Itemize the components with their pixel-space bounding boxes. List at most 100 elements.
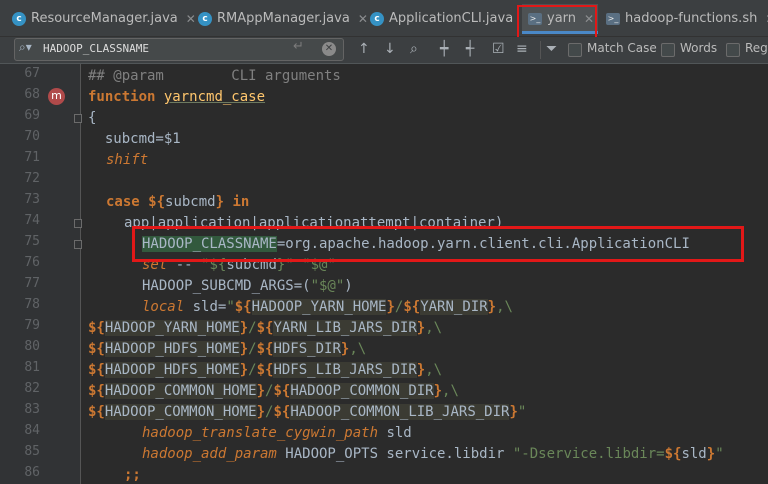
line-number: 84	[24, 423, 40, 438]
find-all-icon[interactable]: ⌕	[410, 41, 418, 57]
var-close: }	[386, 299, 395, 315]
code-line-79: ${HADOOP_YARN_HOME}/${YARN_LIB_JARS_DIR}…	[88, 320, 443, 336]
string: "$@"	[310, 278, 345, 294]
fold-marker-icon[interactable]	[74, 114, 82, 123]
code-line-77: HADOOP_SUBCMD_ARGS=("$@")	[142, 276, 353, 297]
var-open: ${	[234, 299, 252, 315]
line-number: 72	[24, 171, 40, 186]
line-number: 67	[24, 66, 40, 81]
line-number: 78	[24, 297, 40, 312]
line-number: 85	[24, 444, 40, 459]
string: "	[715, 446, 724, 462]
regex-checkbox[interactable]	[726, 43, 740, 57]
code-text: HADOOP_SUBCMD_ARGS=(	[142, 278, 311, 294]
string: ,\	[496, 299, 513, 315]
divider	[540, 41, 541, 59]
code-text: )	[344, 278, 353, 294]
variable: HADOOP_YARN_HOME	[251, 299, 387, 315]
line-number: 74	[24, 213, 40, 228]
line-number: 71	[24, 150, 40, 165]
close-icon[interactable]: ✕	[358, 12, 368, 26]
code-editor[interactable]: ## @param CLI arguments function yarncmd…	[88, 64, 768, 484]
line-number: 69	[24, 108, 40, 123]
code-line-67: ## @param CLI arguments	[88, 68, 341, 84]
search-input[interactable]: HADOOP_CLASSNAME	[43, 42, 149, 55]
annotation-box-yarn-tab	[517, 5, 597, 41]
clear-search-icon[interactable]: ✕	[322, 42, 336, 56]
tab-applicationcli-java[interactable]: cApplicationCLI.java✕	[370, 4, 531, 34]
code-line-84: hadoop_translate_cygwin_path sld	[142, 423, 412, 444]
code-line-71: shift	[106, 150, 148, 171]
line-number: 73	[24, 192, 40, 207]
regex-label: Rege	[745, 41, 768, 55]
variable: HADOOP_COMMON_HOME	[104, 383, 257, 399]
words-checkbox[interactable]	[661, 43, 675, 57]
line-number: 80	[24, 339, 40, 354]
keyword: case	[106, 194, 140, 210]
var-open: ${	[664, 446, 682, 462]
string: "-Dservice.libdir=	[512, 446, 665, 462]
tab-resourcemanager-java[interactable]: c ResourceManager.java ✕	[12, 4, 196, 34]
line-number: 76	[24, 255, 40, 270]
keyword: function	[88, 89, 156, 105]
line-number: 81	[24, 360, 40, 375]
var-open: ${	[148, 194, 166, 210]
line-number: 70	[24, 129, 40, 144]
code-line-80: ${HADOOP_HDFS_HOME}/${HDFS_DIR},\	[88, 341, 367, 357]
next-occurrence-icon[interactable]: ↓	[384, 41, 396, 57]
tab-hadoop-functions-sh[interactable]: >_hadoop-functions.sh✕	[606, 4, 768, 34]
code-line-70: subcmd=$1	[88, 131, 181, 147]
tab-label: ApplicationCLI.java	[389, 11, 514, 26]
code-text: HADOOP_OPTS service.libdir	[276, 446, 513, 462]
find-bar: ⌕▾ HADOOP_CLASSNAME ↵ ✕ ↑ ↓ ⌕ ┿ ┽ ☑ ≡ ⏷ …	[0, 37, 768, 64]
line-number: 68	[24, 87, 40, 102]
search-icon[interactable]: ⌕▾	[19, 40, 32, 55]
close-icon[interactable]: ✕	[186, 12, 196, 26]
string: "	[226, 299, 235, 315]
tab-rmappmanager-java[interactable]: c RMAppManager.java ✕	[198, 4, 368, 34]
remove-occurrence-icon[interactable]: ┽	[466, 41, 474, 57]
words-label: Words	[680, 41, 718, 55]
fold-marker-icon[interactable]	[74, 219, 82, 228]
code-line-82: ${HADOOP_COMMON_HOME}/${HADOOP_COMMON_DI…	[88, 383, 459, 399]
select-all-occurrences-icon[interactable]: ☑	[492, 41, 505, 57]
variable: HADOOP_COMMON_LIB_JARS_DIR	[290, 404, 510, 420]
keyword: local	[142, 299, 185, 315]
tab-label: ResourceManager.java	[31, 11, 178, 26]
variable: YARN_LIB_JARS_DIR	[273, 320, 417, 336]
code-line-78: local sld="${HADOOP_YARN_HOME}/${YARN_DI…	[142, 297, 513, 318]
var-close: }	[487, 299, 497, 315]
previous-occurrence-icon[interactable]: ↑	[358, 41, 370, 57]
line-number: 82	[24, 381, 40, 396]
method-marker-icon[interactable]: m	[48, 88, 65, 105]
variable: HDFS_DIR	[273, 341, 341, 357]
terminal-icon: >_	[606, 13, 620, 25]
fold-marker-icon[interactable]	[74, 240, 82, 249]
code-text: sld	[378, 425, 412, 441]
add-occurrence-icon[interactable]: ┿	[440, 41, 448, 57]
keyword: in	[232, 194, 250, 210]
keyword: shift	[106, 152, 149, 168]
code-text: sld=	[184, 299, 227, 315]
line-number: 79	[24, 318, 40, 333]
more-options-icon[interactable]: ≡	[516, 41, 528, 57]
code-line-85: hadoop_add_param HADOOP_OPTS service.lib…	[142, 444, 724, 465]
tab-label: hadoop-functions.sh	[625, 11, 758, 26]
code-line-68: function yarncmd_case	[88, 87, 265, 108]
var-close: }	[706, 446, 716, 462]
variable: YARN_DIR	[420, 299, 488, 315]
function-call: hadoop_translate_cygwin_path	[142, 425, 379, 441]
variable: HADOOP_HDFS_HOME	[104, 341, 240, 357]
annotation-box-line-75	[132, 226, 744, 262]
match-case-checkbox[interactable]	[568, 43, 582, 57]
search-field[interactable]: ⌕▾ HADOOP_CLASSNAME ↵ ✕	[14, 38, 344, 61]
match-case-label: Match Case	[587, 41, 657, 55]
filter-icon[interactable]: ⏷	[546, 41, 557, 57]
line-number-gutter: 67 68 69 70 71 72 73 74 75 76 77 78 79 8…	[0, 64, 82, 484]
code-line-73: case ${subcmd} in	[106, 192, 249, 213]
editor-tab-bar: c ResourceManager.java ✕ c RMAppManager.jav…	[0, 0, 768, 37]
variable: sld	[681, 446, 707, 462]
line-number: 83	[24, 402, 40, 417]
code-line-83: ${HADOOP_COMMON_HOME}/${HADOOP_COMMON_LI…	[88, 404, 527, 420]
java-class-icon: c	[370, 12, 384, 26]
